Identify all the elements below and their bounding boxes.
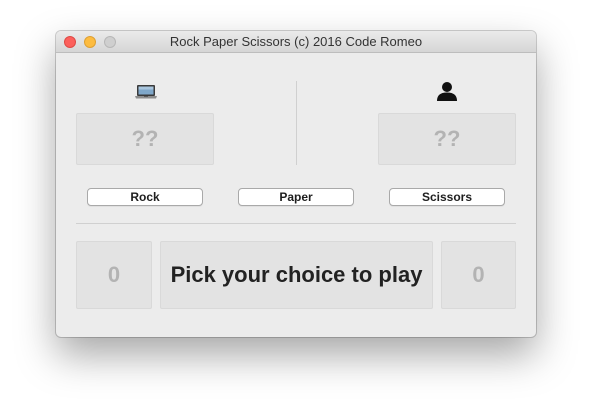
computer-score: 0 <box>76 241 152 309</box>
app-window: Rock Paper Scissors (c) 2016 Code Romeo … <box>56 31 536 337</box>
scissors-button[interactable]: Scissors <box>389 188 505 206</box>
player-choice-box: ?? <box>378 113 516 165</box>
user-icon <box>434 80 460 102</box>
computer-choice-box: ?? <box>76 113 214 165</box>
laptop-icon <box>133 80 159 102</box>
window-title: Rock Paper Scissors (c) 2016 Code Romeo <box>169 34 423 49</box>
vertical-divider <box>296 81 297 165</box>
status-message: Pick your choice to play <box>160 241 433 309</box>
game-panel: ?? ?? Rock Paper Scissors 0 Pick your ch… <box>56 53 536 337</box>
paper-button[interactable]: Paper <box>238 188 354 206</box>
player-score: 0 <box>441 241 516 309</box>
title-bar: Rock Paper Scissors (c) 2016 Code Romeo <box>56 31 536 53</box>
rock-button[interactable]: Rock <box>87 188 203 206</box>
horizontal-divider <box>76 223 516 224</box>
